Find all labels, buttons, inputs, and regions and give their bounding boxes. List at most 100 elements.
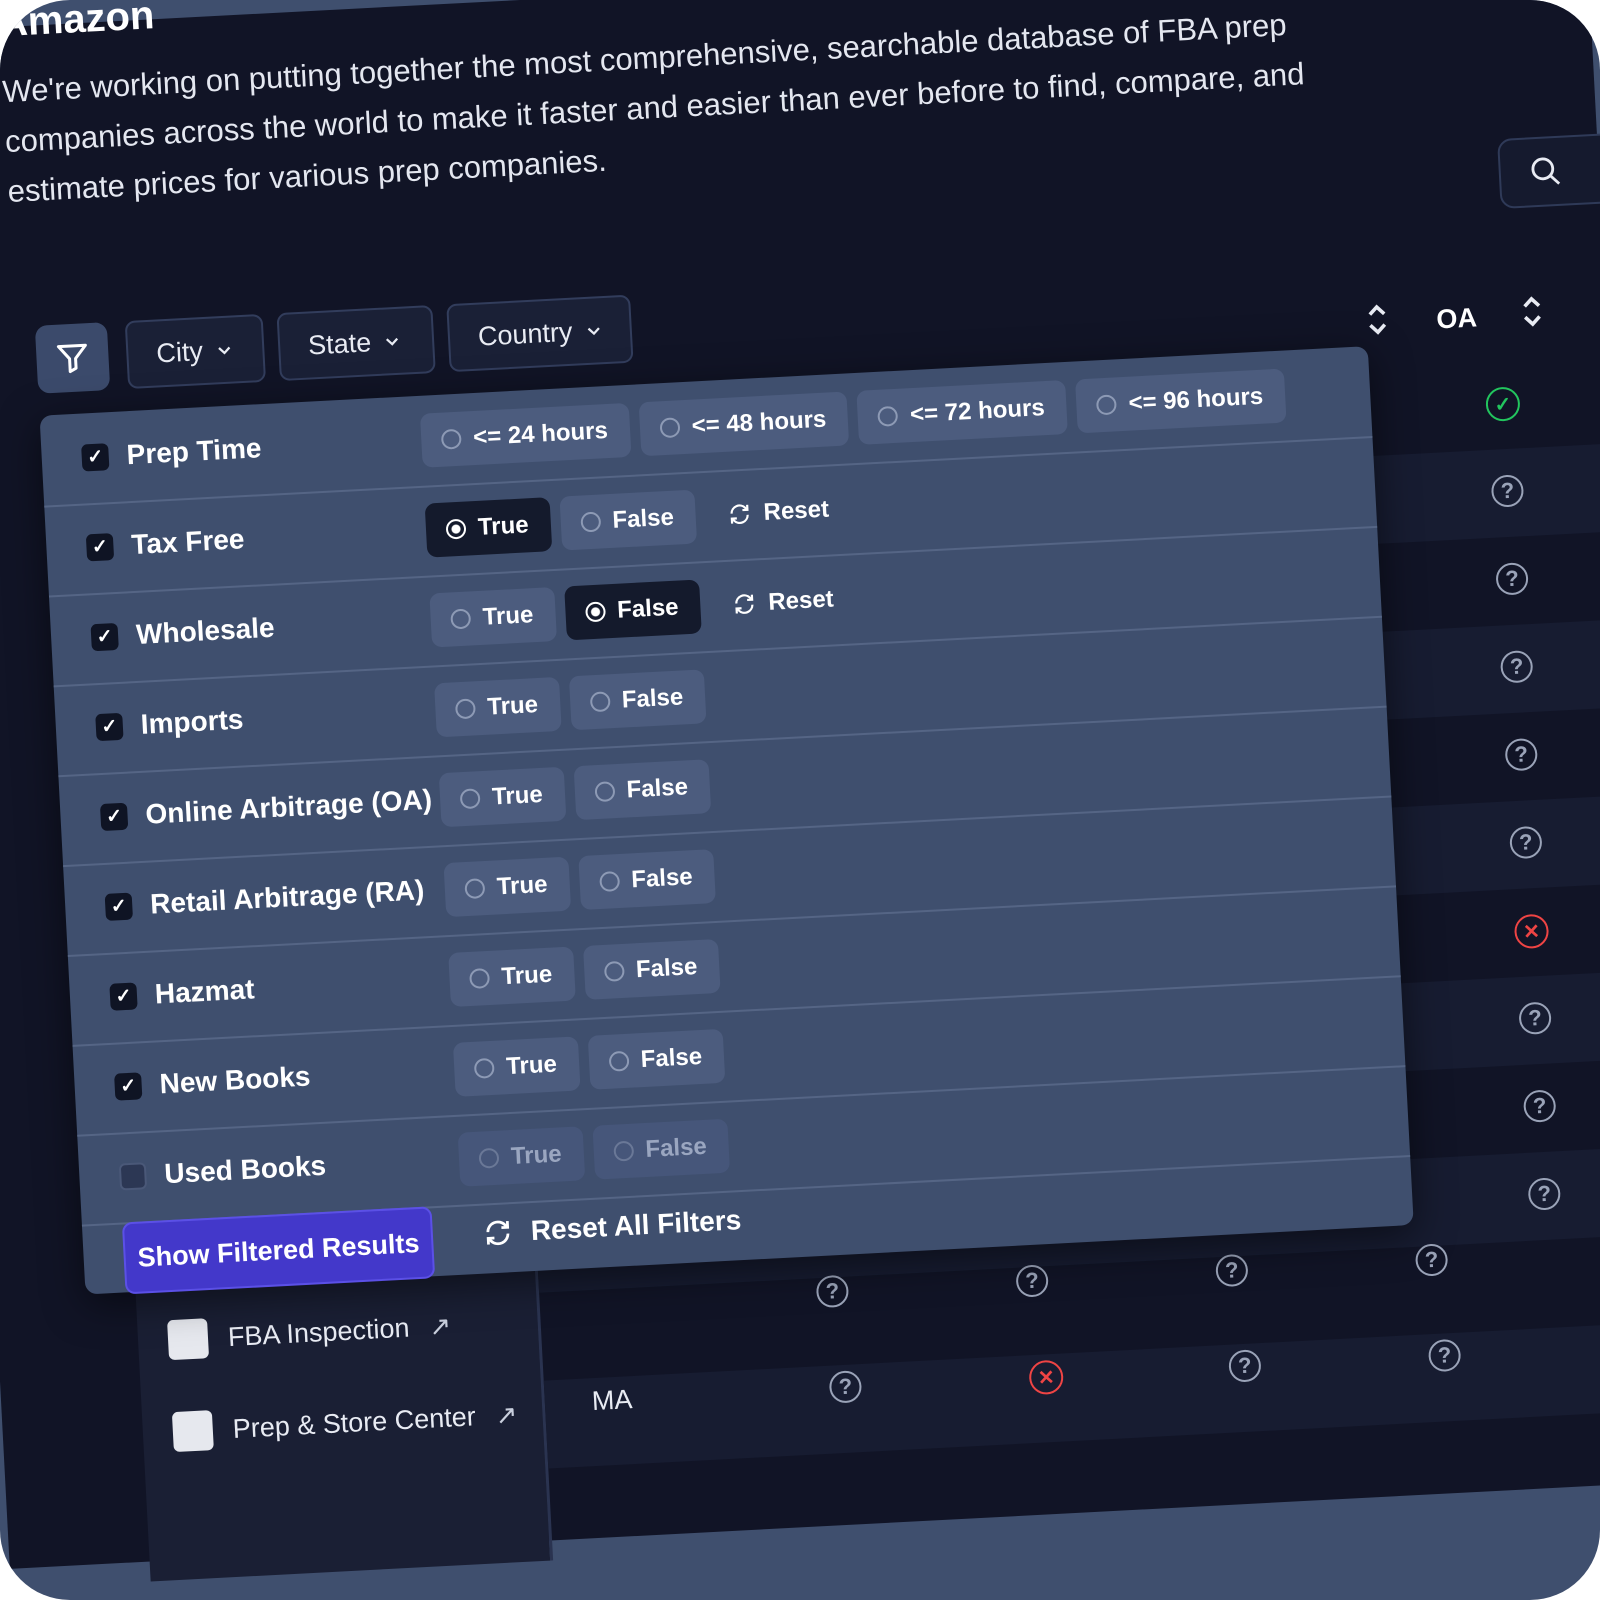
checkbox-checked[interactable]: ✓: [90, 622, 119, 651]
company-checkbox[interactable]: [167, 1318, 210, 1361]
option-false[interactable]: False: [592, 1118, 731, 1180]
checkbox-checked[interactable]: ✓: [81, 442, 110, 472]
reset-button[interactable]: Reset: [731, 572, 835, 631]
option-true[interactable]: True: [457, 1126, 585, 1187]
option-false[interactable]: False: [559, 489, 698, 551]
checkbox-checked[interactable]: ✓: [99, 802, 129, 831]
radio-icon: [454, 698, 476, 720]
filter-label: Used Books: [163, 1149, 327, 1190]
filter-label: New Books: [158, 1060, 312, 1100]
radio-icon: [598, 871, 620, 893]
company-checkbox[interactable]: [171, 1410, 214, 1453]
radio-icon: [1096, 394, 1118, 416]
option-true[interactable]: True: [438, 766, 567, 828]
city-dropdown[interactable]: City: [124, 313, 267, 390]
external-link-icon[interactable]: ↗: [429, 1310, 452, 1342]
radio-icon: [464, 878, 486, 900]
sort-icon[interactable]: [1365, 301, 1389, 338]
option-true[interactable]: True: [424, 497, 552, 558]
filter-toggle[interactable]: ✓ Hazmat: [109, 973, 255, 1013]
option-true[interactable]: True: [429, 587, 557, 648]
option-label: <= 24 hours: [472, 417, 609, 452]
radio-icon: [608, 1050, 630, 1072]
refresh-icon: [486, 1220, 510, 1246]
option-24-hours[interactable]: <= 24 hours: [419, 402, 632, 468]
filter-toggle[interactable]: ✓ Wholesale: [90, 612, 275, 654]
option-false[interactable]: False: [587, 1028, 726, 1090]
filter-label: Imports: [139, 703, 245, 740]
brand-title: Amazon: [0, 0, 156, 46]
option-48-hours[interactable]: <= 48 hours: [638, 391, 850, 457]
option-false[interactable]: False: [563, 579, 702, 641]
company-name[interactable]: FBA Inspection: [227, 1312, 410, 1352]
option-label: True: [500, 960, 553, 991]
checkbox-checked[interactable]: ✓: [95, 712, 124, 741]
option-group: True False Reset: [429, 572, 835, 648]
country-dropdown[interactable]: Country: [446, 294, 634, 373]
chevron-down-icon: [386, 337, 399, 346]
option-label: True: [481, 601, 534, 631]
external-link-icon[interactable]: ↗: [495, 1399, 518, 1431]
filter-toggle[interactable]: ✓ Prep Time: [81, 432, 262, 473]
filter-icon: [56, 343, 87, 374]
state-dropdown[interactable]: State: [276, 305, 436, 382]
option-label: True: [491, 780, 544, 811]
option-label: <= 72 hours: [909, 394, 1046, 429]
option-group: True False: [443, 849, 717, 918]
option-true[interactable]: True: [448, 946, 576, 1007]
checkbox-unchecked[interactable]: [118, 1161, 148, 1191]
checkbox-checked[interactable]: ✓: [85, 532, 115, 561]
option-false[interactable]: False: [573, 759, 712, 821]
checkbox-checked[interactable]: ✓: [104, 892, 133, 921]
filter-toggle[interactable]: Used Books: [118, 1149, 327, 1193]
app-scene: Amazon We're working on putting together…: [0, 0, 1600, 1582]
sort-icon[interactable]: [1520, 293, 1544, 330]
state-cell: MA: [591, 1384, 634, 1417]
filter-label: Wholesale: [135, 611, 276, 650]
filter-label: Retail Arbitrage (RA): [149, 874, 425, 920]
radio-icon: [459, 788, 481, 810]
reset-all-label: Reset All Filters: [530, 1204, 742, 1247]
reset-all-filters-button[interactable]: Reset All Filters: [482, 1204, 742, 1249]
option-label: False: [635, 953, 699, 984]
option-true[interactable]: True: [434, 676, 562, 738]
radio-icon: [659, 417, 681, 439]
option-96-hours[interactable]: <= 96 hours: [1075, 368, 1287, 434]
intro-text: We're working on putting together the mo…: [1, 6, 1306, 210]
option-false[interactable]: False: [568, 669, 707, 731]
reset-label: Reset: [767, 585, 835, 616]
refresh-icon: [735, 594, 754, 614]
radio-icon: [603, 960, 625, 982]
option-label: False: [640, 1042, 703, 1074]
radio-icon: [478, 1147, 500, 1169]
option-false[interactable]: False: [582, 938, 721, 1000]
option-label: <= 48 hours: [690, 405, 827, 440]
filter-toggle[interactable]: ✓ Retail Arbitrage (RA): [104, 874, 425, 923]
filter-toggle[interactable]: ✓ Tax Free: [85, 523, 246, 563]
reset-button[interactable]: Reset: [726, 483, 830, 542]
state-dropdown-label: State: [307, 326, 372, 361]
city-dropdown-label: City: [155, 335, 204, 368]
screenshot-frame: Amazon We're working on putting together…: [0, 0, 1600, 1600]
option-true[interactable]: True: [443, 856, 571, 918]
option-label: False: [616, 593, 680, 624]
filter-toggle[interactable]: ✓ Imports: [95, 703, 244, 743]
option-false[interactable]: False: [577, 849, 717, 911]
filter-toggle[interactable]: ✓ Online Arbitrage (OA): [99, 783, 433, 833]
filter-toggle-button[interactable]: [34, 322, 111, 394]
column-header-oa[interactable]: OA: [1436, 302, 1478, 335]
chevron-down-icon: [217, 346, 230, 355]
option-label: True: [486, 691, 539, 721]
checkbox-checked[interactable]: ✓: [109, 981, 138, 1011]
option-true[interactable]: True: [452, 1036, 581, 1097]
radio-selected-icon: [445, 518, 467, 540]
filter-label: Online Arbitrage (OA): [144, 783, 433, 830]
checkbox-checked[interactable]: ✓: [114, 1071, 143, 1101]
option-72-hours[interactable]: <= 72 hours: [856, 379, 1069, 445]
search-input[interactable]: [1497, 132, 1600, 209]
filter-toggle[interactable]: ✓ New Books: [114, 1060, 311, 1102]
option-label: False: [621, 683, 684, 714]
company-name[interactable]: Prep & Store Center: [232, 1401, 476, 1445]
reset-label: Reset: [762, 495, 830, 526]
radio-icon: [877, 405, 899, 427]
